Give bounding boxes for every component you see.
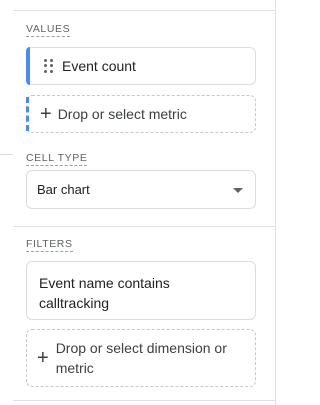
drag-handle-icon[interactable] [44, 59, 54, 73]
left-divider-1 [0, 154, 13, 155]
drop-or-select-dimension-target[interactable]: + Drop or select dimension or metric [26, 329, 256, 387]
event-count-metric-chip[interactable]: Event count [26, 47, 256, 85]
top-divider [13, 10, 276, 11]
plus-icon: + [37, 347, 49, 369]
drop-target-accent [26, 97, 29, 131]
filter-chip-label: Event name contains calltracking [39, 275, 170, 311]
cell-type-section-label: CELL TYPE [26, 152, 88, 166]
drop-dimension-label: Drop or select dimension or metric [55, 340, 227, 376]
plus-icon: + [40, 103, 52, 125]
metric-chip-label: Event count [62, 58, 136, 74]
section-divider-cell-type [13, 226, 276, 227]
filters-section-label: FILTERS [26, 238, 73, 252]
metric-chip-accent [26, 47, 30, 85]
values-section-label: VALUES [26, 23, 71, 37]
panel-right-border [275, 0, 276, 405]
event-name-filter-chip[interactable]: Event name contains calltracking [26, 261, 256, 320]
drop-or-select-metric-target[interactable]: + Drop or select metric [26, 95, 256, 133]
drop-metric-label: Drop or select metric [57, 106, 187, 122]
cell-type-selected-value: Bar chart [37, 182, 90, 197]
dropdown-caret-icon [233, 188, 243, 193]
bottom-divider [13, 400, 276, 401]
cell-type-select[interactable]: Bar chart [26, 170, 256, 209]
